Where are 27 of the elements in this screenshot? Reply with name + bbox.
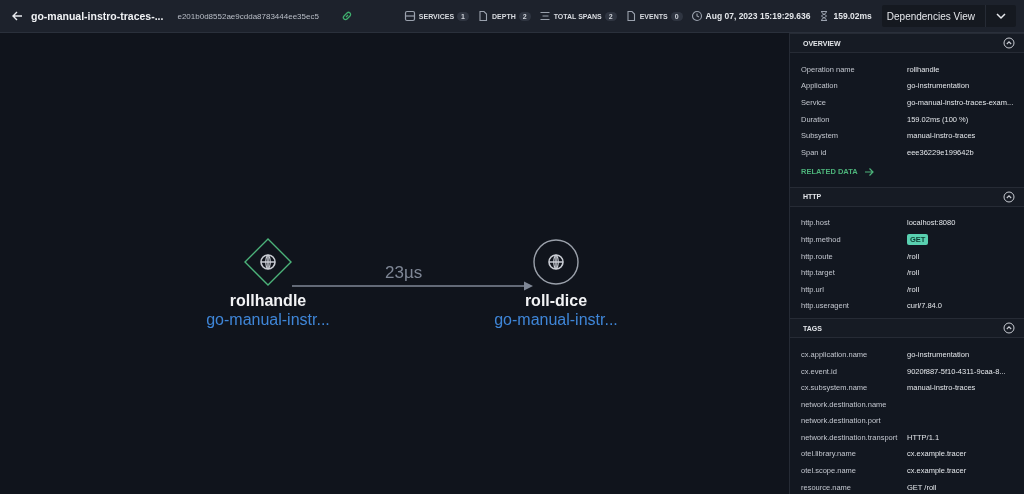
arrow-right-icon bbox=[863, 166, 874, 177]
edge-label: 23µs bbox=[385, 263, 423, 283]
service-link[interactable]: go-manual-instr... bbox=[206, 311, 330, 329]
node-name: rollhandle bbox=[229, 292, 307, 310]
chevron-up-icon bbox=[1003, 37, 1015, 49]
lines-icon bbox=[538, 10, 551, 22]
collapse-button[interactable] bbox=[1003, 322, 1015, 335]
chevron-down-icon bbox=[995, 10, 1007, 22]
chevron-up-icon bbox=[1003, 190, 1015, 203]
node-name: roll-dice bbox=[524, 292, 588, 310]
trace-id: e201b0d8552ae9cdda8783444ee35ec5 bbox=[177, 11, 319, 21]
document-icon bbox=[477, 10, 489, 22]
document-icon bbox=[624, 10, 637, 22]
server-icon bbox=[403, 10, 416, 22]
back-arrow-icon[interactable] bbox=[11, 10, 23, 22]
collapse-button[interactable] bbox=[1003, 37, 1015, 49]
service-link[interactable]: go-manual-instr... bbox=[494, 311, 618, 329]
duration: 159.02ms bbox=[833, 11, 872, 21]
service-node-icon[interactable] bbox=[532, 238, 580, 286]
collapse-button[interactable] bbox=[1003, 190, 1015, 203]
chevron-up-icon bbox=[1003, 322, 1015, 335]
clock-icon bbox=[690, 10, 703, 22]
timestamp: Aug 07, 2023 15:19:29.636 bbox=[705, 11, 811, 21]
link-icon[interactable] bbox=[340, 10, 353, 22]
root-node-icon[interactable] bbox=[244, 238, 292, 286]
view-select[interactable]: Dependencies View bbox=[881, 5, 1016, 27]
trace-title: go-manual-instro-traces-... bbox=[31, 10, 164, 22]
